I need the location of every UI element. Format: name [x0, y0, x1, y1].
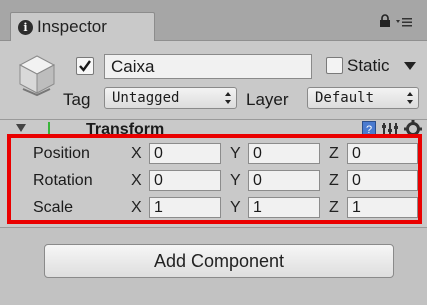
object-name-field[interactable]: Caixa [104, 54, 312, 79]
foldout-icon[interactable] [16, 123, 26, 133]
layer-dropdown[interactable]: Default [307, 87, 419, 109]
lock-icon[interactable] [378, 14, 392, 28]
tag-label: Tag [63, 90, 91, 109]
transform-highlight-box [7, 134, 422, 224]
tab-label: Inspector [37, 17, 107, 36]
active-checkbox[interactable] [76, 57, 94, 75]
menu-icon[interactable] [396, 15, 412, 29]
static-checkbox[interactable] [326, 57, 343, 74]
tag-dropdown[interactable]: Untagged [104, 87, 237, 109]
checkmark-icon [79, 60, 91, 72]
dropdown-arrows-icon [225, 92, 231, 104]
tag-value: Untagged [112, 90, 180, 106]
info-icon: i [18, 20, 33, 35]
layer-value: Default [315, 90, 375, 106]
dropdown-arrows-icon [407, 92, 413, 104]
cube-icon [18, 55, 56, 97]
object-header: Caixa Static Tag Untagged Layer Default [0, 41, 427, 120]
add-component-button[interactable]: Add Component [44, 244, 394, 278]
layer-label: Layer [246, 90, 289, 109]
tab-inspector[interactable]: i Inspector [10, 12, 155, 42]
static-dropdown-arrow[interactable] [404, 62, 416, 70]
static-label: Static [347, 56, 390, 75]
